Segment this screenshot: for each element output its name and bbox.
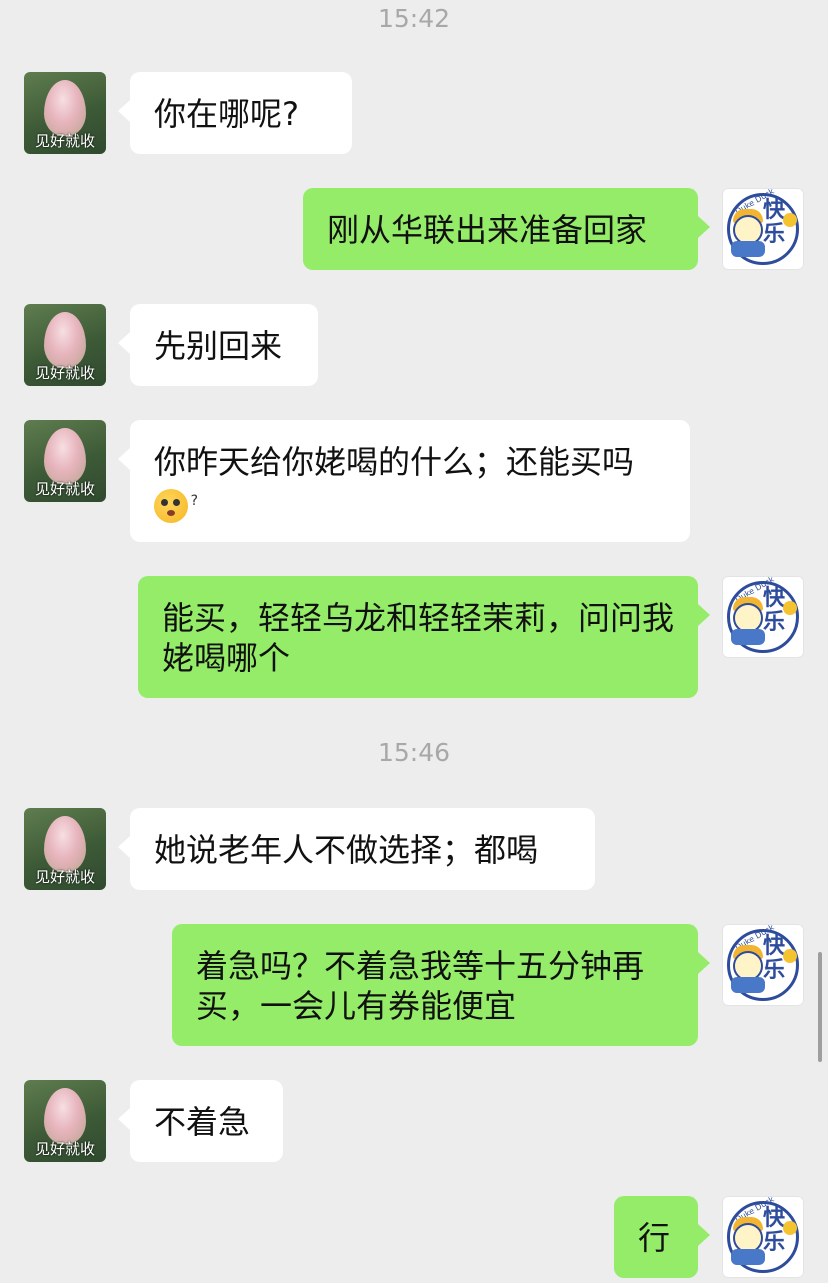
avatar-text: 快乐 [763, 198, 786, 247]
lotus-icon: 见好就收 [24, 808, 106, 890]
received-message-bubble[interactable]: 她说老年人不做选择；都喝 [118, 808, 595, 890]
lotus-icon: 见好就收 [24, 420, 106, 502]
sent-message-bubble[interactable]: 行 [614, 1196, 710, 1278]
duck-icon: Duke Duck 快乐 [722, 924, 804, 1006]
received-message-bubble[interactable]: 你在哪呢? [118, 72, 352, 154]
message-text: 能买，轻轻乌龙和轻轻茉莉，问问我姥喝哪个 [162, 599, 675, 677]
self-avatar[interactable]: Duke Duck 快乐 [722, 188, 804, 270]
avatar-text: 快乐 [763, 934, 786, 983]
message-text: 你昨天给你姥喝的什么；还能买吗 [154, 443, 635, 481]
avatar-caption: 见好就收 [34, 868, 95, 886]
avatar-caption: 见好就收 [34, 1140, 95, 1158]
contact-avatar[interactable]: 见好就收 [24, 1080, 106, 1162]
avatar-caption: 见好就收 [34, 480, 95, 498]
timestamp: 15:46 [377, 738, 451, 767]
contact-avatar[interactable]: 见好就收 [24, 808, 106, 890]
self-avatar[interactable]: Duke Duck 快乐 [722, 1196, 804, 1278]
avatar-caption: 见好就收 [34, 364, 95, 382]
lotus-icon: 见好就收 [24, 72, 106, 154]
avatar-text: 快乐 [763, 1206, 786, 1255]
avatar-text: 快乐 [763, 586, 786, 635]
duck-icon: Duke Duck 快乐 [722, 188, 804, 270]
contact-avatar[interactable]: 见好就收 [24, 420, 106, 502]
received-message-bubble[interactable]: 先别回来 [118, 304, 318, 386]
contact-avatar[interactable]: 见好就收 [24, 72, 106, 154]
message-text: 你在哪呢? [154, 95, 299, 133]
sent-message-bubble[interactable]: 着急吗？不着急我等十五分钟再买，一会儿有券能便宜 [172, 924, 710, 1046]
message-text: 不着急 [154, 1103, 251, 1141]
duck-icon: Duke Duck 快乐 [722, 1196, 804, 1278]
lotus-icon: 见好就收 [24, 1080, 106, 1162]
message-text: 着急吗？不着急我等十五分钟再买，一会儿有券能便宜 [196, 947, 645, 1025]
message-text: 先别回来 [154, 327, 283, 365]
shy-face-emoji: ? [154, 489, 198, 523]
lotus-icon: 见好就收 [24, 304, 106, 386]
message-text: 行 [638, 1219, 671, 1257]
message-text: 她说老年人不做选择；都喝 [154, 831, 539, 869]
scrollbar[interactable] [818, 952, 822, 1062]
sent-message-bubble[interactable]: 刚从华联出来准备回家 [303, 188, 710, 270]
received-message-bubble[interactable]: 不着急 [118, 1080, 283, 1162]
contact-avatar[interactable]: 见好就收 [24, 304, 106, 386]
self-avatar[interactable]: Duke Duck 快乐 [722, 924, 804, 1006]
timestamp: 15:42 [377, 4, 451, 33]
duck-icon: Duke Duck 快乐 [722, 576, 804, 658]
sent-message-bubble[interactable]: 能买，轻轻乌龙和轻轻茉莉，问问我姥喝哪个 [138, 576, 710, 698]
message-text: 刚从华联出来准备回家 [327, 211, 648, 249]
avatar-caption: 见好就收 [34, 132, 95, 150]
received-message-bubble[interactable]: 你昨天给你姥喝的什么；还能买吗 ? [118, 420, 690, 542]
self-avatar[interactable]: Duke Duck 快乐 [722, 576, 804, 658]
